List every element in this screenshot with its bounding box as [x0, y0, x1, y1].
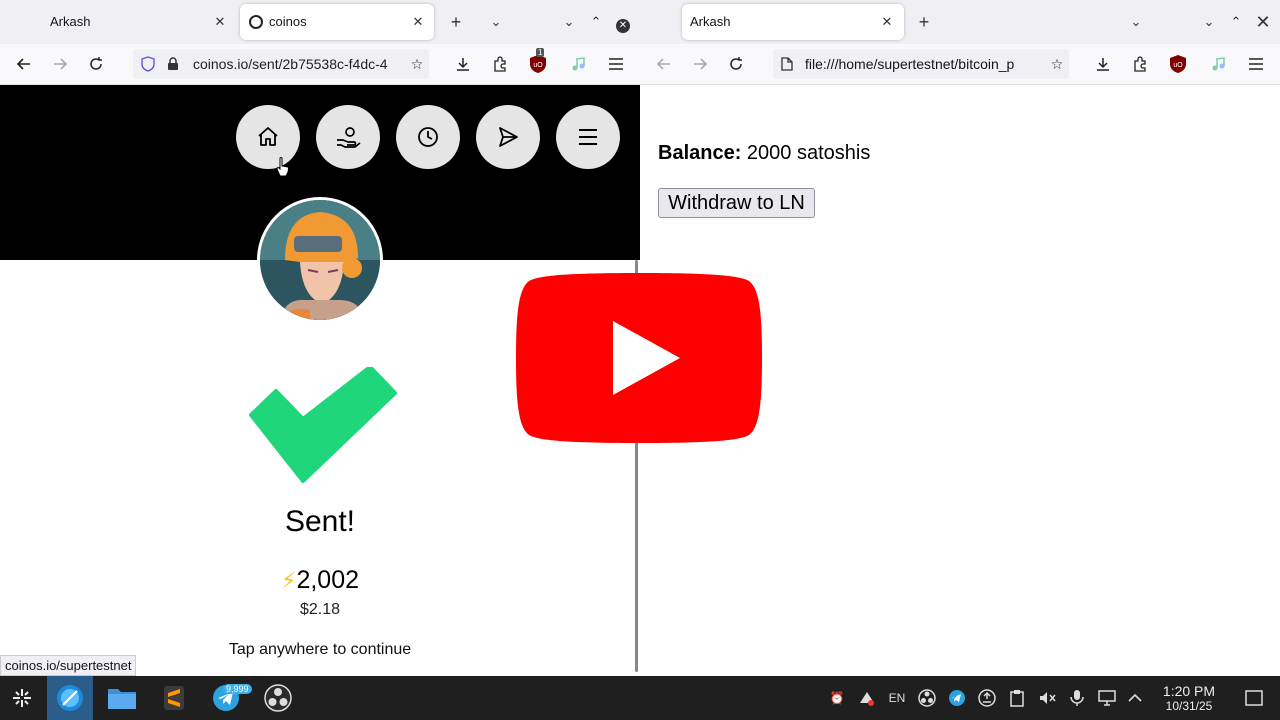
bookmark-star-icon[interactable]: ☆ — [405, 49, 429, 79]
nav-bar: coinos.io/sent/2b75538c-f4dc-4 ☆ uO 1 — [0, 44, 640, 85]
downloads-icon[interactable] — [451, 52, 475, 76]
tab-label: Arkash — [690, 14, 731, 29]
forward-icon[interactable] — [688, 52, 712, 76]
tab-bar: Arkash ✕ + ⌄ ⌄ ⌃ ✕ — [640, 0, 1280, 44]
url-bar[interactable]: coinos.io/sent/2b75538c-f4dc-4 ☆ — [133, 49, 429, 79]
back-icon[interactable] — [12, 52, 36, 76]
file-icon — [781, 49, 793, 79]
tab-list-icon[interactable]: ⌄ — [484, 10, 508, 34]
menu-button[interactable] — [556, 105, 620, 169]
tracking-protection-icon[interactable] — [141, 49, 155, 79]
tab-coinos[interactable]: coinos ✕ — [240, 4, 434, 40]
close-tab-icon[interactable]: ✕ — [212, 4, 228, 40]
maximize-icon[interactable]: ⌃ — [584, 10, 608, 34]
telegram-unread-badge: 9,999 — [223, 684, 252, 694]
youtube-play-icon[interactable] — [514, 271, 764, 445]
app-menu-icon[interactable] — [604, 52, 628, 76]
reload-icon[interactable] — [724, 52, 748, 76]
close-window-icon[interactable]: ✕ — [611, 10, 635, 34]
withdraw-to-ln-button[interactable]: Withdraw to LN — [658, 188, 815, 218]
balance-label: Balance: — [658, 142, 742, 164]
bookmark-star-icon[interactable]: ☆ — [1045, 49, 1069, 79]
telegram-tray-icon[interactable] — [946, 687, 968, 709]
tab-arkash[interactable]: Arkash ✕ — [682, 4, 904, 40]
svg-text:uO: uO — [533, 62, 543, 69]
home-button[interactable] — [236, 105, 300, 169]
app-launcher-icon[interactable] — [0, 676, 44, 720]
downloads-icon[interactable] — [1091, 52, 1115, 76]
tab-arkash[interactable]: Arkash ✕ — [6, 4, 234, 40]
nav-bar: file:///home/supertestnet/bitcoin_p ☆ uO — [640, 44, 1280, 85]
minimize-icon[interactable]: ⌄ — [1197, 10, 1221, 34]
telegram-icon[interactable]: 9,999 — [203, 676, 252, 720]
browser-icon[interactable] — [47, 676, 93, 720]
extension-music-icon[interactable] — [566, 52, 590, 76]
taskbar: 9,999 ⏰ EN 1:20 PM 10/31/25 — [0, 676, 1280, 720]
show-desktop-icon[interactable] — [1243, 687, 1265, 709]
forward-icon[interactable] — [48, 52, 72, 76]
tab-label: Arkash — [50, 14, 91, 29]
tab-list-icon[interactable]: ⌄ — [1124, 10, 1148, 34]
amount-value: 2,002 — [296, 566, 359, 594]
extensions-icon[interactable] — [1128, 52, 1152, 76]
back-icon[interactable] — [652, 52, 676, 76]
close-window-icon[interactable]: ✕ — [1251, 10, 1275, 34]
home-icon — [258, 127, 278, 146]
send-button[interactable] — [476, 105, 540, 169]
lightning-bolt-icon: ⚡ — [280, 568, 297, 593]
clock-time: 1:20 PM — [1162, 683, 1216, 699]
clock[interactable]: 1:20 PM 10/31/25 — [1150, 683, 1228, 713]
clipboard-icon[interactable] — [1006, 687, 1028, 709]
url-text: file:///home/supertestnet/bitcoin_p — [805, 56, 1015, 72]
minimize-icon[interactable]: ⌄ — [557, 10, 581, 34]
new-tab-icon[interactable]: + — [444, 10, 468, 34]
avatar[interactable] — [257, 197, 383, 323]
network-icon[interactable] — [1096, 687, 1118, 709]
ublock-origin-icon[interactable]: uO — [1166, 52, 1190, 76]
history-icon — [418, 127, 438, 147]
extension-music-icon[interactable] — [1206, 52, 1230, 76]
receive-button[interactable] — [316, 105, 380, 169]
receive-icon — [337, 127, 361, 148]
tab-bar: Arkash ✕ coinos ✕ + ⌄ ⌄ ⌃ ✕ — [0, 0, 640, 44]
hand-cursor-icon — [276, 157, 289, 177]
balance-value: 2000 satoshis — [741, 142, 871, 164]
menu-icon — [579, 129, 597, 145]
success-checkmark-icon — [249, 367, 397, 483]
vpn-icon[interactable] — [856, 687, 878, 709]
coinos-favicon-icon — [249, 15, 263, 29]
reload-icon[interactable] — [84, 52, 108, 76]
extensions-icon[interactable] — [488, 52, 512, 76]
new-tab-icon[interactable]: + — [912, 10, 936, 34]
link-status-url: coinos.io/supertestnet — [0, 655, 137, 676]
obs-tray-icon[interactable] — [916, 687, 938, 709]
tab-label: coinos — [269, 14, 307, 29]
app-menu-icon[interactable] — [1244, 52, 1268, 76]
alarm-icon[interactable]: ⏰ — [826, 687, 848, 709]
ublock-origin-icon[interactable]: uO 1 — [526, 48, 550, 76]
balance-line: Balance: 2000 satoshis — [658, 142, 870, 165]
lock-icon[interactable] — [167, 49, 179, 79]
ublock-badge: 1 — [536, 48, 545, 57]
sent-title: Sent! — [284, 505, 356, 538]
volume-muted-icon[interactable] — [1036, 687, 1058, 709]
update-icon[interactable] — [976, 687, 998, 709]
fiat-amount: $2.18 — [299, 601, 341, 618]
sublime-text-icon[interactable] — [151, 676, 197, 720]
history-button[interactable] — [396, 105, 460, 169]
keyboard-layout-indicator[interactable]: EN — [886, 687, 908, 709]
svg-text:uO: uO — [1173, 62, 1183, 69]
obs-icon[interactable] — [255, 676, 301, 720]
file-manager-icon[interactable] — [99, 676, 145, 720]
maximize-icon[interactable]: ⌃ — [1224, 10, 1248, 34]
close-tab-icon[interactable]: ✕ — [410, 4, 426, 40]
close-tab-icon[interactable]: ✕ — [879, 4, 895, 40]
microphone-icon[interactable] — [1066, 687, 1088, 709]
clock-date: 10/31/25 — [1165, 699, 1213, 713]
tray-expand-icon[interactable] — [1124, 687, 1146, 709]
url-bar[interactable]: file:///home/supertestnet/bitcoin_p ☆ — [773, 49, 1069, 79]
send-icon — [499, 127, 518, 147]
url-text: coinos.io/sent/2b75538c-f4dc-4 — [193, 56, 388, 72]
sent-amount: ⚡2,002 — [0, 566, 640, 595]
